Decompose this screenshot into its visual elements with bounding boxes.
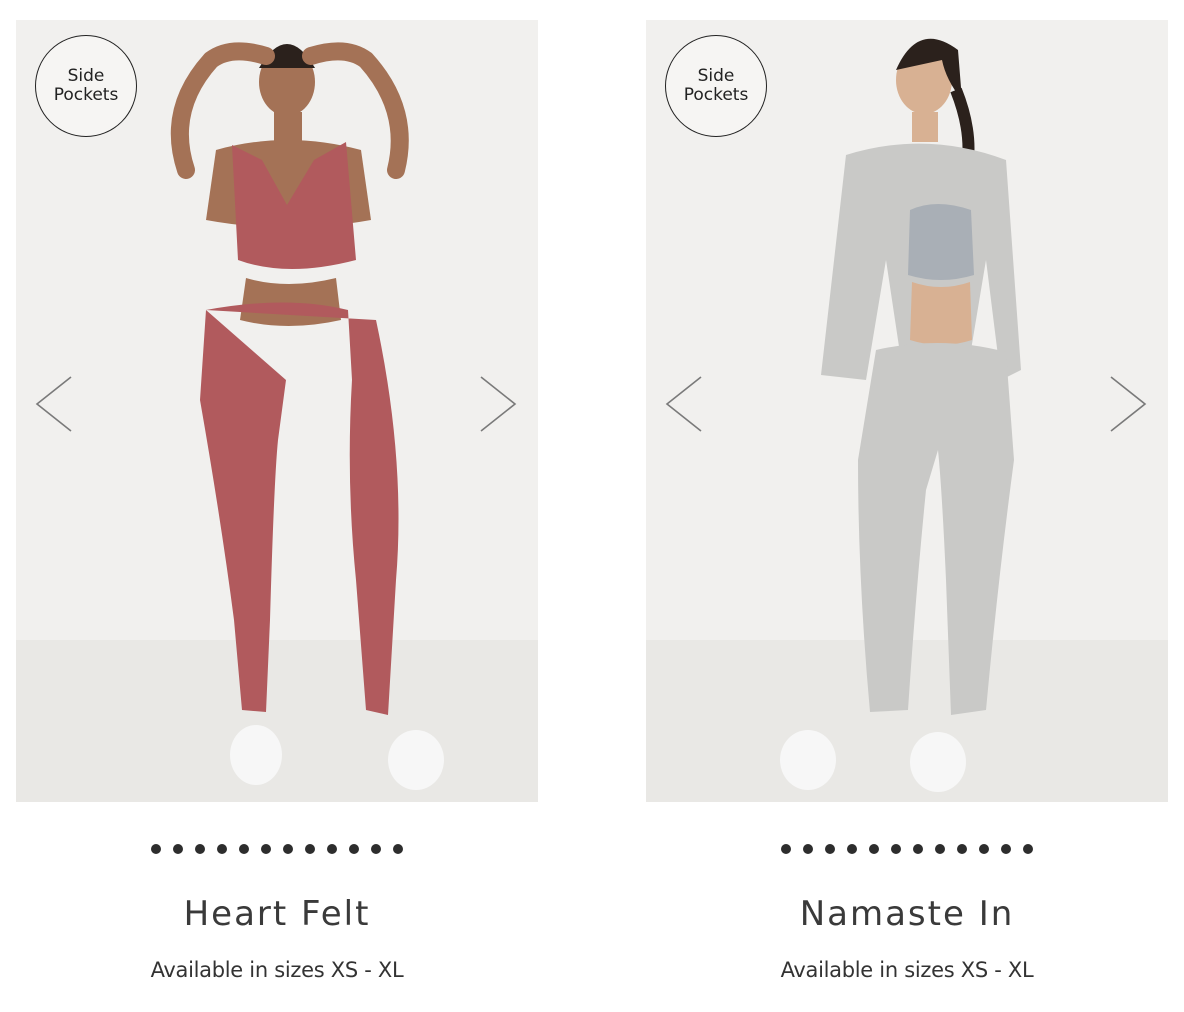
chevron-right-icon bbox=[1110, 376, 1147, 432]
badge-line-2: Pockets bbox=[53, 85, 119, 105]
carousel-dot[interactable] bbox=[261, 844, 271, 854]
carousel-dot[interactable] bbox=[803, 844, 813, 854]
carousel-dot[interactable] bbox=[151, 844, 161, 854]
chevron-left-icon bbox=[665, 376, 702, 432]
product-title[interactable]: Namaste In bbox=[646, 894, 1168, 934]
carousel-dot[interactable] bbox=[173, 844, 183, 854]
product-sizes: Available in sizes XS - XL bbox=[780, 958, 1034, 982]
product-photo[interactable] bbox=[16, 20, 538, 802]
carousel-dot[interactable] bbox=[825, 844, 835, 854]
badge-line-1: Side bbox=[697, 66, 735, 86]
carousel-dot[interactable] bbox=[371, 844, 381, 854]
chevron-left-icon bbox=[35, 376, 72, 432]
carousel-dot[interactable] bbox=[957, 844, 967, 854]
carousel-dot[interactable] bbox=[913, 844, 923, 854]
carousel-dot[interactable] bbox=[393, 844, 403, 854]
carousel-dot[interactable] bbox=[935, 844, 945, 854]
product-image-carousel[interactable]: Side Pockets bbox=[16, 20, 538, 802]
carousel-dot[interactable] bbox=[979, 844, 989, 854]
side-pockets-badge: Side Pockets bbox=[35, 35, 137, 137]
carousel-dot[interactable] bbox=[283, 844, 293, 854]
carousel-dots bbox=[16, 844, 538, 858]
product-image-carousel[interactable]: Side Pockets bbox=[646, 20, 1168, 802]
product-card-heart-felt[interactable]: Side Pockets Heart Felt Available in siz… bbox=[16, 20, 538, 1000]
chevron-right-icon bbox=[480, 376, 517, 432]
product-photo[interactable] bbox=[646, 20, 1168, 802]
carousel-dot[interactable] bbox=[781, 844, 791, 854]
carousel-dot[interactable] bbox=[239, 844, 249, 854]
carousel-dot[interactable] bbox=[305, 844, 315, 854]
side-pockets-badge: Side Pockets bbox=[665, 35, 767, 137]
carousel-dot[interactable] bbox=[195, 844, 205, 854]
carousel-dot[interactable] bbox=[847, 844, 857, 854]
badge-line-2: Pockets bbox=[683, 85, 749, 105]
product-sizes: Available in sizes XS - XL bbox=[150, 958, 404, 982]
carousel-prev-button[interactable] bbox=[662, 372, 706, 436]
badge-line-1: Side bbox=[67, 66, 105, 86]
carousel-next-button[interactable] bbox=[1106, 372, 1150, 436]
carousel-dot[interactable] bbox=[217, 844, 227, 854]
carousel-dot[interactable] bbox=[349, 844, 359, 854]
carousel-dot[interactable] bbox=[869, 844, 879, 854]
carousel-prev-button[interactable] bbox=[32, 372, 76, 436]
carousel-dot[interactable] bbox=[1023, 844, 1033, 854]
carousel-dots bbox=[646, 844, 1168, 858]
carousel-dot[interactable] bbox=[891, 844, 901, 854]
carousel-dot[interactable] bbox=[1001, 844, 1011, 854]
carousel-dot[interactable] bbox=[327, 844, 337, 854]
carousel-next-button[interactable] bbox=[476, 372, 520, 436]
product-card-namaste-in[interactable]: Side Pockets Namaste In Available in siz… bbox=[646, 20, 1168, 1000]
product-title[interactable]: Heart Felt bbox=[16, 894, 538, 934]
